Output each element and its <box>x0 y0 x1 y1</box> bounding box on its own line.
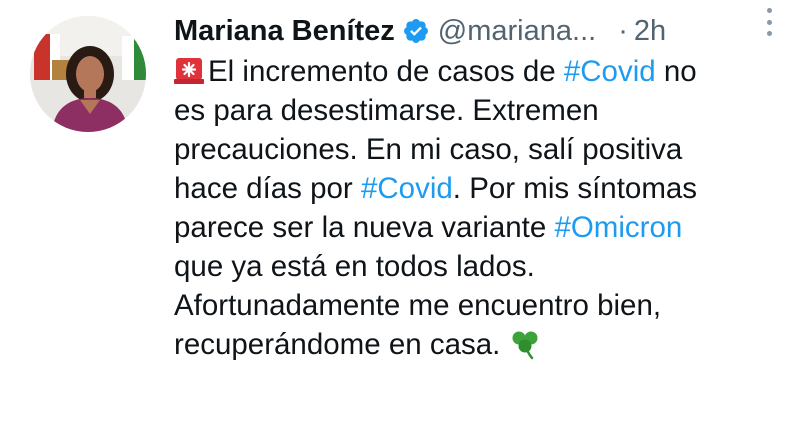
tweet-text-segment: recuperándome en casa. <box>174 328 501 361</box>
tweet-text: El incremento de casos de #Covid no es p… <box>174 52 786 364</box>
hashtag-link[interactable]: #Covid <box>564 55 656 88</box>
tweet-text-segment: El incremento de casos de <box>208 55 564 88</box>
tweet-text-segment: no <box>655 55 697 88</box>
avatar-image <box>30 16 146 132</box>
hashtag-link[interactable]: #Omicron <box>554 211 682 244</box>
separator-dot: · <box>618 14 628 47</box>
tweet-line: que ya está en todos lados. <box>174 250 535 283</box>
tweet-line: Afortunadamente me encuentro bien, <box>174 289 662 322</box>
shamrock-icon <box>508 326 542 360</box>
tweet-header: Mariana Benítez @mariana... · 2h <box>174 10 800 52</box>
avatar[interactable] <box>30 16 146 132</box>
tweet-timestamp[interactable]: 2h <box>634 15 666 48</box>
tweet-card[interactable]: Mariana Benítez @mariana... · 2h El incr… <box>0 0 800 424</box>
tweet-text-segment: hace días por <box>174 172 361 205</box>
siren-icon <box>174 55 204 85</box>
tweet-line: hace días por #Covid. Por mis síntomas <box>174 169 786 208</box>
tweet-text-segment: parece ser la nueva variante <box>174 211 555 244</box>
tweet-line: es para desestimarse. Extremen <box>174 94 599 127</box>
hashtag-link[interactable]: #Covid <box>361 172 453 205</box>
more-options-icon[interactable] <box>762 8 776 36</box>
tweet-line: recuperándome en casa. <box>174 325 786 364</box>
tweet-text-segment: . Por mis síntomas <box>452 172 698 205</box>
author-name[interactable]: Mariana Benítez <box>174 15 395 48</box>
verified-badge-icon <box>402 17 430 45</box>
tweet-line: El incremento de casos de #Covid no <box>174 52 786 91</box>
author-handle[interactable]: @mariana... <box>438 15 596 48</box>
tweet-line: parece ser la nueva variante #Omicron <box>174 208 786 247</box>
tweet-line: precauciones. En mi caso, salí positiva <box>174 133 683 166</box>
